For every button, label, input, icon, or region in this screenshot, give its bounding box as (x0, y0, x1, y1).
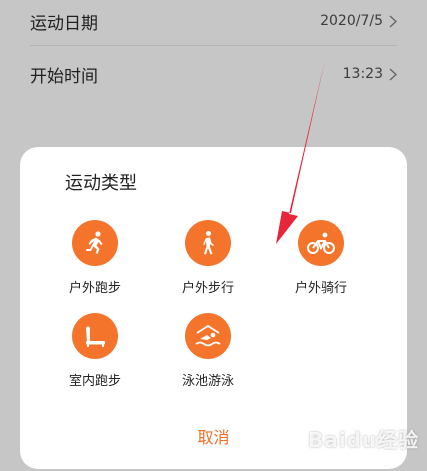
type-label: 户外步行 (181, 281, 234, 296)
swimming-icon (185, 313, 231, 359)
start-time-value-wrap: 13:23 (343, 66, 397, 82)
type-indoor-run[interactable]: 室内跑步 (45, 313, 145, 389)
chevron-right-icon (389, 14, 397, 28)
type-outdoor-cycle[interactable]: 户外骑行 (271, 220, 371, 296)
type-label: 泳池游泳 (181, 374, 234, 389)
type-label: 室内跑步 (68, 374, 121, 389)
start-time-label: 开始时间 (30, 66, 98, 87)
sport-type-sheet: 运动类型 户外跑步 户外步行 户外骑行 室内跑步 泳池游泳 取消 (20, 147, 407, 469)
sport-date-value: 2020/7/5 (320, 13, 383, 29)
type-outdoor-run[interactable]: 户外跑步 (45, 220, 145, 296)
walking-icon (185, 220, 231, 266)
start-time-row[interactable]: 开始时间 13:23 (0, 48, 427, 100)
watermark-logo: Baidu经验 (308, 428, 420, 452)
cycling-icon (298, 220, 344, 266)
sport-date-label: 运动日期 (30, 13, 98, 34)
type-outdoor-walk[interactable]: 户外步行 (158, 220, 258, 296)
type-label: 户外跑步 (68, 281, 121, 296)
start-time-value: 13:23 (342, 66, 383, 82)
treadmill-icon (72, 313, 118, 359)
sport-date-value-wrap: 2020/7/5 (320, 13, 397, 29)
type-pool-swim[interactable]: 泳池游泳 (158, 313, 258, 389)
row-divider (30, 45, 397, 46)
sport-date-row[interactable]: 运动日期 2020/7/5 (0, 0, 427, 42)
sheet-title: 运动类型 (65, 173, 137, 194)
type-label: 户外骑行 (294, 281, 347, 296)
running-icon (72, 220, 118, 266)
chevron-right-icon (389, 67, 397, 81)
